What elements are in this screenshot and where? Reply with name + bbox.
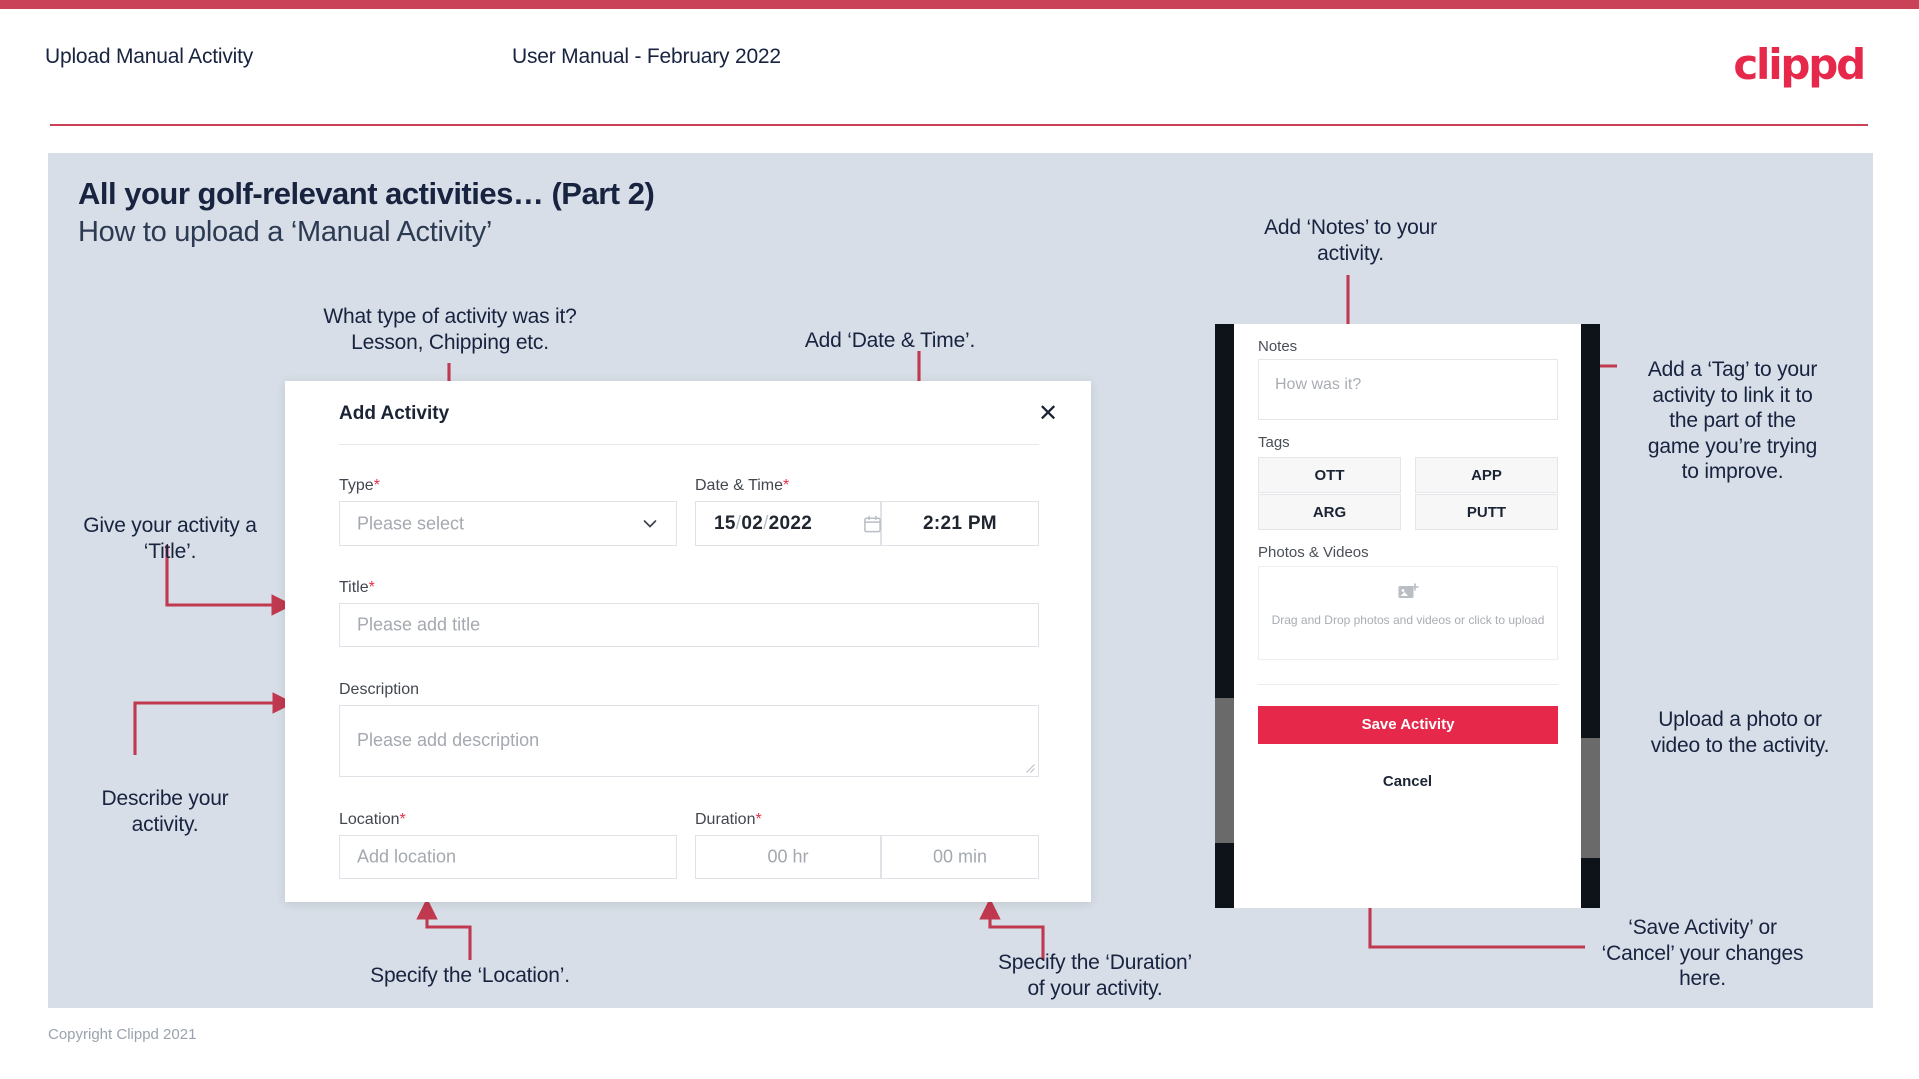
close-icon[interactable]: ✕ [1033,398,1063,428]
duration-hours-input[interactable]: 00 hr [695,835,881,879]
location-required-marker: * [399,811,406,828]
location-label-text: Location [339,811,400,828]
location-label: Location* [339,811,406,829]
type-select[interactable]: Please select [339,501,677,546]
add-activity-dialog: Add Activity ✕ Type* Please select Date … [285,381,1091,902]
duration-label: Duration* [695,811,762,829]
clippd-logo: clippd [1733,40,1866,89]
duration-minutes-input[interactable]: 00 min [881,835,1039,879]
datetime-label: Date & Time* [695,477,789,495]
phone-screen: Notes How was it? Tags OTT APP ARG PUTT … [1234,324,1581,908]
annotation-title: Give your activity a ‘Title’. [83,514,257,563]
copyright-text: Copyright Clippd 2021 [48,1026,197,1043]
slide-subtitle: How to upload a ‘Manual Activity’ [78,216,493,248]
date-day: 15 [714,512,736,534]
header-divider [50,124,1868,126]
slide-title: All your golf-relevant activities… (Part… [78,176,655,211]
type-label-text: Type [339,477,374,494]
description-label-text: Description [339,681,420,698]
photos-label: Photos & Videos [1258,544,1369,561]
annotation-tags: Add a ‘Tag’ to your activity to link it … [1647,358,1818,484]
time-value: 2:21 PM [923,512,997,534]
tag-button-ott[interactable]: OTT [1258,457,1401,493]
cancel-button[interactable]: Cancel [1234,773,1581,790]
duration-required-marker: * [755,811,762,828]
title-label-text: Title [339,579,369,596]
annotation-notes: Add ‘Notes’ to your activity. [1264,216,1437,265]
dialog-divider [339,444,1039,445]
title-label: Title* [339,579,375,597]
annotation-upload: Upload a photo or video to the activity. [1650,708,1830,757]
dropzone-text: Drag and Drop photos and videos or click… [1271,613,1545,627]
annotation-type: What type of activity was it? Lesson, Ch… [323,305,577,354]
datetime-label-text: Date & Time [695,477,784,494]
resize-handle-icon[interactable] [1026,764,1035,773]
chevron-down-icon [643,519,657,528]
add-image-icon [1398,583,1419,598]
time-input[interactable]: 2:21 PM [881,501,1039,546]
date-year: 2022 [768,512,813,534]
date-value: 15/02/2022 [714,513,812,535]
location-input[interactable]: Add location [339,835,677,879]
title-input[interactable]: Please add title [339,603,1039,647]
tags-label: Tags [1258,434,1290,451]
save-activity-button[interactable]: Save Activity [1258,706,1558,744]
header-subtitle: User Manual - February 2022 [512,45,781,68]
type-placeholder: Please select [357,513,465,533]
description-textarea[interactable]: Please add description [339,705,1039,777]
notes-placeholder: How was it? [1275,376,1362,393]
type-label: Type* [339,477,380,495]
page-title: Upload Manual Activity [45,45,254,68]
annotation-datetime: Add ‘Date & Time’. [804,329,976,352]
type-required-marker: * [373,477,380,494]
calendar-icon[interactable] [863,514,882,534]
duration-minutes-placeholder: 00 min [932,846,988,867]
phone-volume-button-left [1215,698,1234,843]
date-input[interactable]: 15/02/2022 [695,501,881,546]
photo-dropzone[interactable]: Drag and Drop photos and videos or click… [1258,566,1558,660]
annotation-save: ‘Save Activity’ or ‘Cancel’ your changes… [1601,916,1804,991]
title-placeholder: Please add title [357,614,481,635]
annotation-duration: Specify the ‘Duration’ of your activity. [997,951,1193,1000]
top-accent-bar [0,0,1919,9]
annotation-location: Specify the ‘Location’. [370,964,570,987]
description-placeholder: Please add description [357,730,540,750]
annotation-description: Describe your activity. [101,787,229,836]
phone-divider [1258,684,1558,685]
date-month: 02 [741,512,764,534]
tag-button-arg[interactable]: ARG [1258,494,1401,530]
description-label: Description [339,681,419,699]
title-required-marker: * [368,579,375,596]
duration-hours-placeholder: 00 hr [767,846,809,867]
phone-power-button-right [1581,738,1600,858]
duration-label-text: Duration [695,811,756,828]
notes-label: Notes [1258,338,1298,355]
dialog-title: Add Activity [339,403,450,424]
location-placeholder: Add location [357,846,457,867]
tag-button-putt[interactable]: PUTT [1415,494,1558,530]
notes-textarea[interactable]: How was it? [1258,359,1558,420]
mobile-device-mockup: Notes How was it? Tags OTT APP ARG PUTT … [1215,324,1600,908]
datetime-required-marker: * [783,477,790,494]
tag-button-app[interactable]: APP [1415,457,1558,493]
dialog-header: Add Activity ✕ [285,381,1091,444]
